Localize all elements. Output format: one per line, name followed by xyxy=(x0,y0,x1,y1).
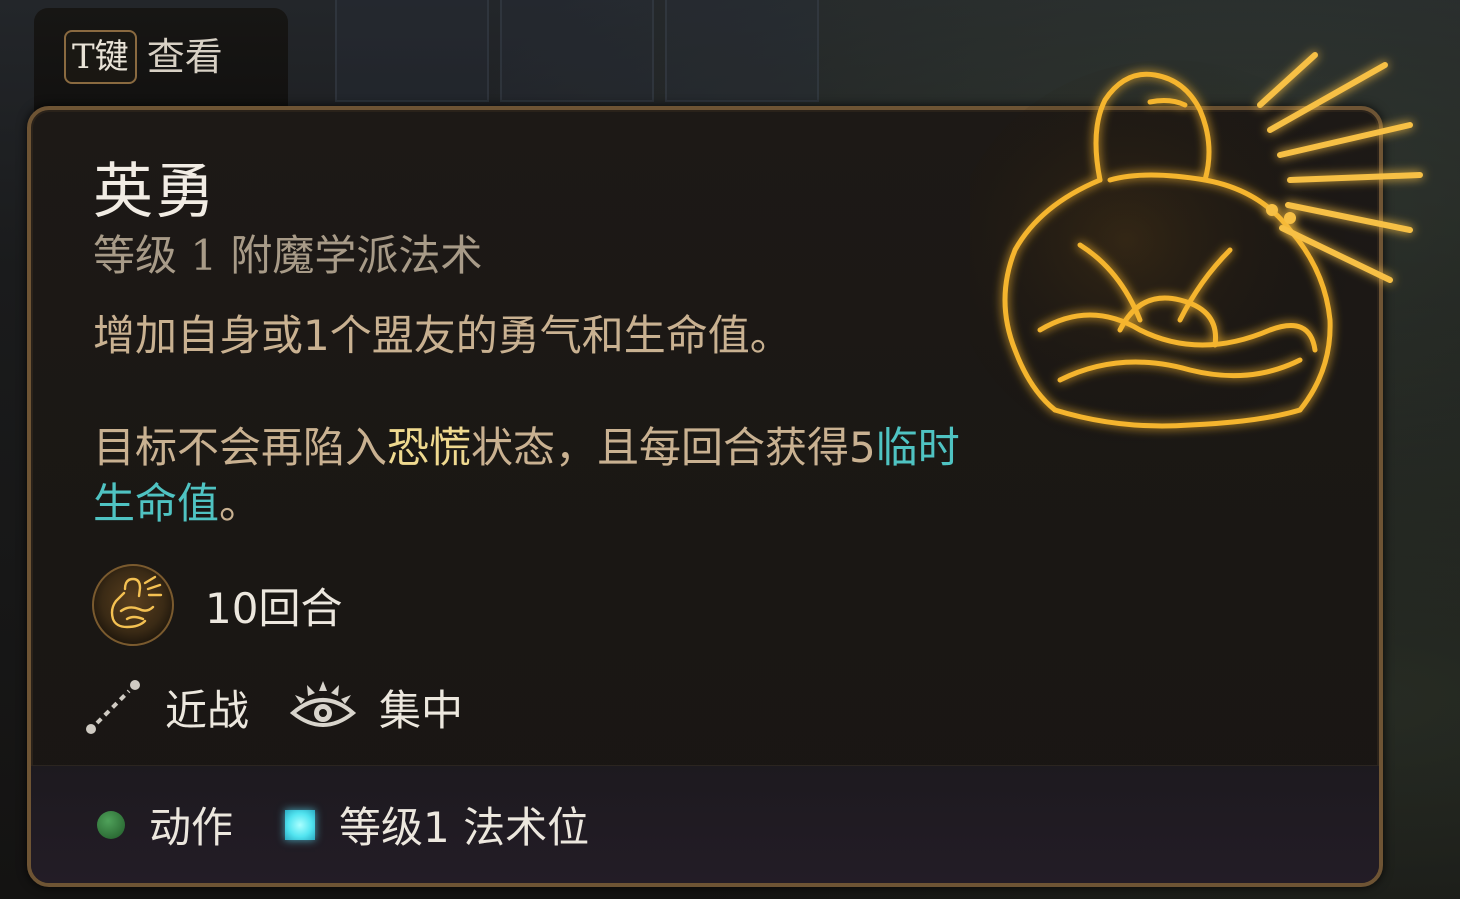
spell-tags: 近战 集中 xyxy=(83,672,503,742)
examine-hotkey-tab[interactable]: T键 查看 xyxy=(34,8,288,112)
cost-action: 动作 xyxy=(97,794,233,855)
cost-footer: 动作 等级1 法术位 xyxy=(31,765,1379,883)
spell-slot-icon xyxy=(285,809,316,840)
tag-range: 近战 xyxy=(83,677,249,738)
duration-text: 10回合 xyxy=(205,583,343,633)
game-scene: T键 查看 英勇 等级 1 附魔学派法术 增加自身或1个盟友的勇气和生命值。 目… xyxy=(0,0,1460,899)
melee-range-icon xyxy=(86,680,140,734)
background-window-frame xyxy=(500,0,654,102)
heroism-icon xyxy=(92,564,174,646)
spell-description: 增加自身或1个盟友的勇气和生命值。 xyxy=(93,311,792,360)
background-window-frame xyxy=(665,0,819,102)
spell-effect: 目标不会再陷入恐慌状态，且每回合获得5临时生命值。 xyxy=(93,420,993,532)
effect-text: 状态，且每回合获得5 xyxy=(471,423,876,472)
background-window-frame xyxy=(335,0,489,102)
heroism-spell-art xyxy=(970,52,1423,460)
duration-row: 10回合 xyxy=(91,560,342,650)
concentration-text: 集中 xyxy=(379,685,464,735)
hotkey-label: 查看 xyxy=(146,35,223,79)
effect-text: 。 xyxy=(219,479,262,528)
condition-keyword-frightened[interactable]: 恐慌 xyxy=(387,423,471,472)
tag-concentration: 集中 xyxy=(289,677,463,738)
cost-spell-slot: 等级1 法术位 xyxy=(285,794,589,855)
hotkey-key: T键 xyxy=(64,30,137,84)
spell-subtitle: 等级 1 附魔学派法术 xyxy=(93,231,483,280)
spell-name: 英勇 xyxy=(93,157,217,227)
range-text: 近战 xyxy=(165,685,250,735)
action-label: 动作 xyxy=(149,803,234,852)
spell-slot-label: 等级1 法术位 xyxy=(339,803,590,852)
concentration-eye-icon xyxy=(289,681,357,727)
action-dot-icon xyxy=(97,810,125,839)
effect-text: 目标不会再陷入 xyxy=(93,423,388,472)
